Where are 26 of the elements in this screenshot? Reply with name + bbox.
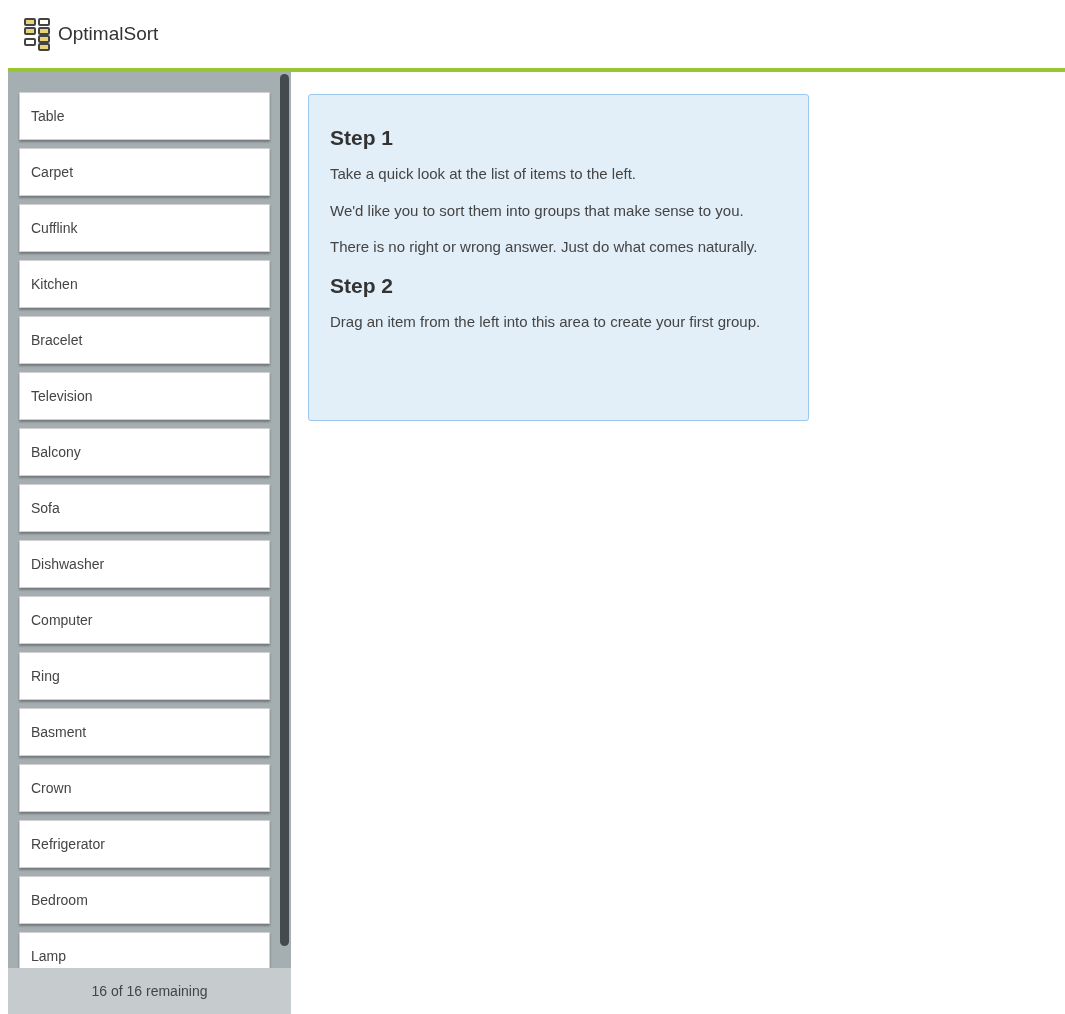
card-item[interactable]: Bedroom xyxy=(19,876,270,924)
card-item[interactable]: Refrigerator xyxy=(19,820,270,868)
card-item[interactable]: Crown xyxy=(19,764,270,812)
card-item[interactable]: Television xyxy=(19,372,270,420)
card-item[interactable]: Basment xyxy=(19,708,270,756)
instruction-text: Take a quick look at the list of items to the left. xyxy=(330,164,637,185)
card-item[interactable]: Table xyxy=(19,92,270,140)
app-name: OptimalSort xyxy=(58,21,159,46)
card-item[interactable]: Sofa xyxy=(19,484,270,532)
scrollbar[interactable] xyxy=(280,74,289,946)
card-item[interactable]: Balcony xyxy=(19,428,270,476)
instruction-text: Drag an item from the left into this area to create your first group. xyxy=(330,312,762,332)
card-item[interactable]: Bracelet xyxy=(19,316,270,364)
logo-icon xyxy=(24,17,50,51)
card-item[interactable]: Dishwasher xyxy=(19,540,270,588)
step-heading: Step 1 xyxy=(330,125,395,151)
card-item[interactable]: Lamp xyxy=(19,932,270,968)
card-item[interactable]: Carpet xyxy=(19,148,270,196)
instruction-text: We'd like you to sort them into groups that make sense to you. xyxy=(330,200,745,221)
instruction-text: There is no right or wrong answer. Just do what comes naturally. xyxy=(330,237,759,258)
card-item[interactable]: Computer xyxy=(19,596,270,644)
card-item[interactable]: Cufflink xyxy=(19,204,270,252)
card-item[interactable]: Kitchen xyxy=(19,260,270,308)
card-item[interactable]: Ring xyxy=(19,652,270,700)
remaining-count: 16 of 16 remaining xyxy=(8,968,291,1014)
step-heading: Step 2 xyxy=(330,272,395,299)
